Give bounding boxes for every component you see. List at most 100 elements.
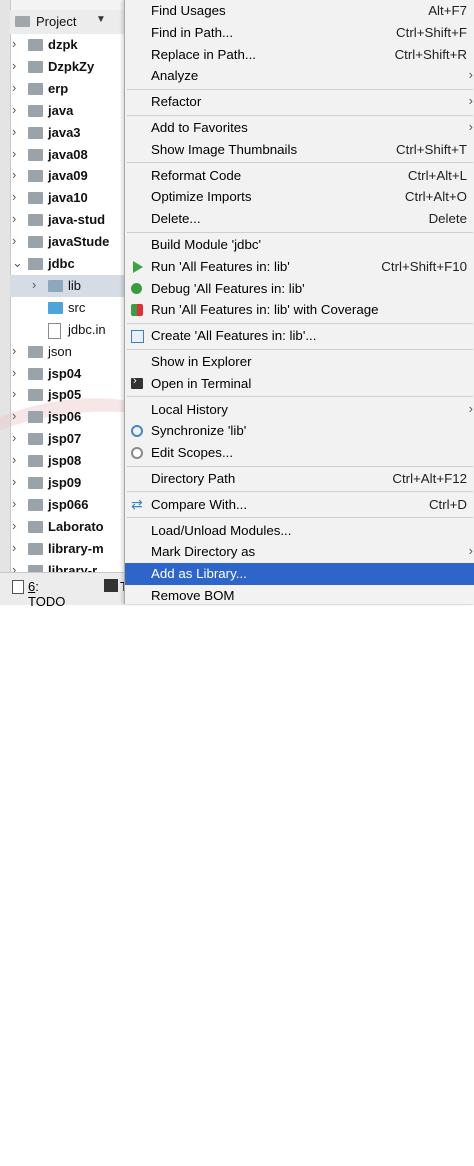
- folder-icon: [28, 126, 43, 139]
- menu-item-run-all-features[interactable]: Run 'All Features in: lib' Ctrl+Shift+F10: [125, 256, 474, 278]
- tree-item-java08[interactable]: › java08: [10, 144, 130, 166]
- tree-item-label: jsp066: [48, 496, 89, 512]
- chevron-right-icon[interactable]: ›: [12, 80, 24, 95]
- chevron-right-icon[interactable]: ›: [12, 452, 24, 467]
- tree-item-label: json: [48, 343, 72, 359]
- tree-item-javastude[interactable]: › javaStude: [10, 231, 130, 253]
- chevron-right-icon[interactable]: ›: [12, 124, 24, 139]
- folder-icon: [28, 520, 43, 533]
- chevron-right-icon[interactable]: ›: [12, 211, 24, 226]
- tree-item-jsp08[interactable]: › jsp08: [10, 450, 130, 472]
- tree-item-java10[interactable]: › java10: [10, 187, 130, 209]
- chevron-right-icon[interactable]: ›: [12, 167, 24, 182]
- menu-item-add-as-library[interactable]: Add as Library...: [125, 563, 474, 586]
- chevron-right-icon[interactable]: ›: [12, 343, 24, 358]
- tree-item-label: src: [68, 299, 86, 315]
- tree-item-jsp04[interactable]: › jsp04: [10, 363, 130, 385]
- menu-item-show-in-explorer[interactable]: Show in Explorer: [125, 351, 474, 373]
- menu-item-shortcut: Ctrl+Shift+F: [396, 24, 467, 40]
- menu-item-show-image-thumbnails[interactable]: Show Image Thumbnails Ctrl+Shift+T: [125, 139, 474, 161]
- tree-item-label: jsp05: [48, 387, 82, 403]
- tree-item-label: DzpkZy: [48, 58, 95, 74]
- menu-item-label: Compare With...: [151, 496, 248, 512]
- menu-item-run-with-coverage[interactable]: Run 'All Features in: lib' with Coverage: [125, 299, 474, 321]
- menu-item-build-module[interactable]: Build Module 'jdbc': [125, 234, 474, 256]
- tree-item-src[interactable]: src: [10, 297, 130, 319]
- chevron-right-icon[interactable]: ›: [12, 496, 24, 511]
- chevron-right-icon[interactable]: ›: [12, 408, 24, 423]
- tree-item-json[interactable]: › json: [10, 341, 130, 363]
- tree-item-label: jsp08: [48, 453, 82, 469]
- run-icon: [133, 260, 143, 273]
- menu-item-add-to-favorites[interactable]: Add to Favorites ›: [125, 117, 474, 139]
- tree-item-jsp05[interactable]: › jsp05: [10, 384, 130, 406]
- chevron-right-icon[interactable]: ›: [12, 540, 24, 555]
- menu-item-find-in-path[interactable]: Find in Path... Ctrl+Shift+F: [125, 22, 474, 44]
- menu-item-label: Find in Path...: [151, 24, 234, 40]
- menu-item-label: Create 'All Features in: lib'...: [151, 328, 317, 344]
- sync-icon: [131, 425, 143, 438]
- tree-item-lib[interactable]: › lib: [10, 274, 130, 297]
- chevron-down-icon[interactable]: ▼: [96, 14, 106, 25]
- tree-item-library-m[interactable]: › library-m: [10, 538, 130, 560]
- menu-item-label: Local History: [151, 401, 228, 417]
- tree-item-erp[interactable]: › erp: [10, 78, 130, 100]
- menu-item-mark-directory-as[interactable]: Mark Directory as ›: [125, 541, 474, 563]
- folder-icon: [28, 192, 43, 205]
- menu-item-synchronize[interactable]: Synchronize 'lib': [125, 420, 474, 442]
- chevron-down-icon[interactable]: ⌄: [12, 255, 24, 271]
- tree-item-dzpkzy[interactable]: › DzpkZy: [10, 56, 130, 78]
- tree-item-laborato[interactable]: › Laborato: [10, 516, 130, 538]
- tree-item-jsp07[interactable]: › jsp07: [10, 428, 130, 450]
- menu-item-label: Show in Explorer: [151, 354, 252, 369]
- project-view-selector[interactable]: Project ▼: [10, 10, 130, 34]
- chevron-right-icon[interactable]: ›: [12, 146, 24, 161]
- chevron-right-icon[interactable]: ›: [12, 386, 24, 401]
- menu-separator: [127, 322, 473, 324]
- chevron-right-icon[interactable]: ›: [12, 102, 24, 117]
- tree-item-jsp09[interactable]: › jsp09: [10, 472, 130, 494]
- menu-item-label: Refactor: [151, 94, 202, 110]
- tree-item-java3[interactable]: › java3: [10, 122, 130, 144]
- menu-item-load-unload-modules[interactable]: Load/Unload Modules...: [125, 520, 474, 542]
- tree-item-jdbc[interactable]: ⌄ jdbc: [10, 253, 130, 275]
- chevron-right-icon[interactable]: ›: [12, 36, 24, 51]
- tree-item-jsp06[interactable]: › jsp06: [10, 406, 130, 428]
- chevron-right-icon[interactable]: ›: [12, 430, 24, 445]
- tree-item-jdbc-in[interactable]: jdbc.in: [10, 319, 130, 341]
- menu-item-open-in-terminal[interactable]: Open in Terminal: [125, 373, 474, 395]
- menu-item-optimize-imports[interactable]: Optimize Imports Ctrl+Alt+O: [125, 186, 474, 208]
- chevron-right-icon[interactable]: ›: [32, 277, 44, 292]
- chevron-right-icon[interactable]: ›: [12, 58, 24, 73]
- menu-item-delete[interactable]: Delete... Delete: [125, 208, 474, 230]
- menu-item-debug-all-features[interactable]: Debug 'All Features in: lib': [125, 278, 474, 300]
- chevron-right-icon[interactable]: ›: [12, 474, 24, 489]
- menu-item-reformat-code[interactable]: Reformat Code Ctrl+Alt+L: [125, 165, 474, 187]
- menu-item-edit-scopes[interactable]: Edit Scopes...: [125, 442, 474, 464]
- chevron-right-icon[interactable]: ›: [12, 365, 24, 380]
- menu-item-shortcut: Ctrl+Alt+F12: [392, 471, 467, 486]
- tree-item-java09[interactable]: › java09: [10, 165, 130, 187]
- chevron-right-icon[interactable]: ›: [12, 233, 24, 248]
- tree-item-dzpk[interactable]: › dzpk: [10, 34, 130, 56]
- folder-icon: [28, 258, 43, 270]
- tree-item-java[interactable]: › java: [10, 100, 130, 122]
- menu-item-refactor[interactable]: Refactor ›: [125, 91, 474, 113]
- menu-item-find-usages[interactable]: Find Usages Alt+F7: [125, 0, 474, 22]
- chevron-right-icon[interactable]: ›: [12, 189, 24, 204]
- tree-item-jsp066[interactable]: › jsp066: [10, 494, 130, 516]
- tree-item-java-stud[interactable]: › java-stud: [10, 209, 130, 231]
- menu-item-remove-bom[interactable]: Remove BOM: [125, 585, 474, 604]
- chevron-right-icon[interactable]: ›: [12, 518, 24, 533]
- terminal-tab-icon[interactable]: [104, 579, 118, 592]
- menu-item-compare-with[interactable]: ⇄ Compare With... Ctrl+D: [125, 494, 474, 516]
- menu-item-replace-in-path[interactable]: Replace in Path... Ctrl+Shift+R: [125, 44, 474, 66]
- folder-icon: [28, 148, 43, 161]
- folder-icon: [28, 82, 43, 95]
- menu-item-local-history[interactable]: Local History ›: [125, 399, 474, 421]
- menu-item-analyze[interactable]: Analyze ›: [125, 65, 474, 87]
- menu-item-label: Analyze: [151, 68, 199, 84]
- menu-item-create-all-features[interactable]: Create 'All Features in: lib'...: [125, 325, 474, 347]
- folder-icon: [28, 345, 43, 358]
- menu-item-directory-path[interactable]: Directory Path Ctrl+Alt+F12: [125, 468, 474, 490]
